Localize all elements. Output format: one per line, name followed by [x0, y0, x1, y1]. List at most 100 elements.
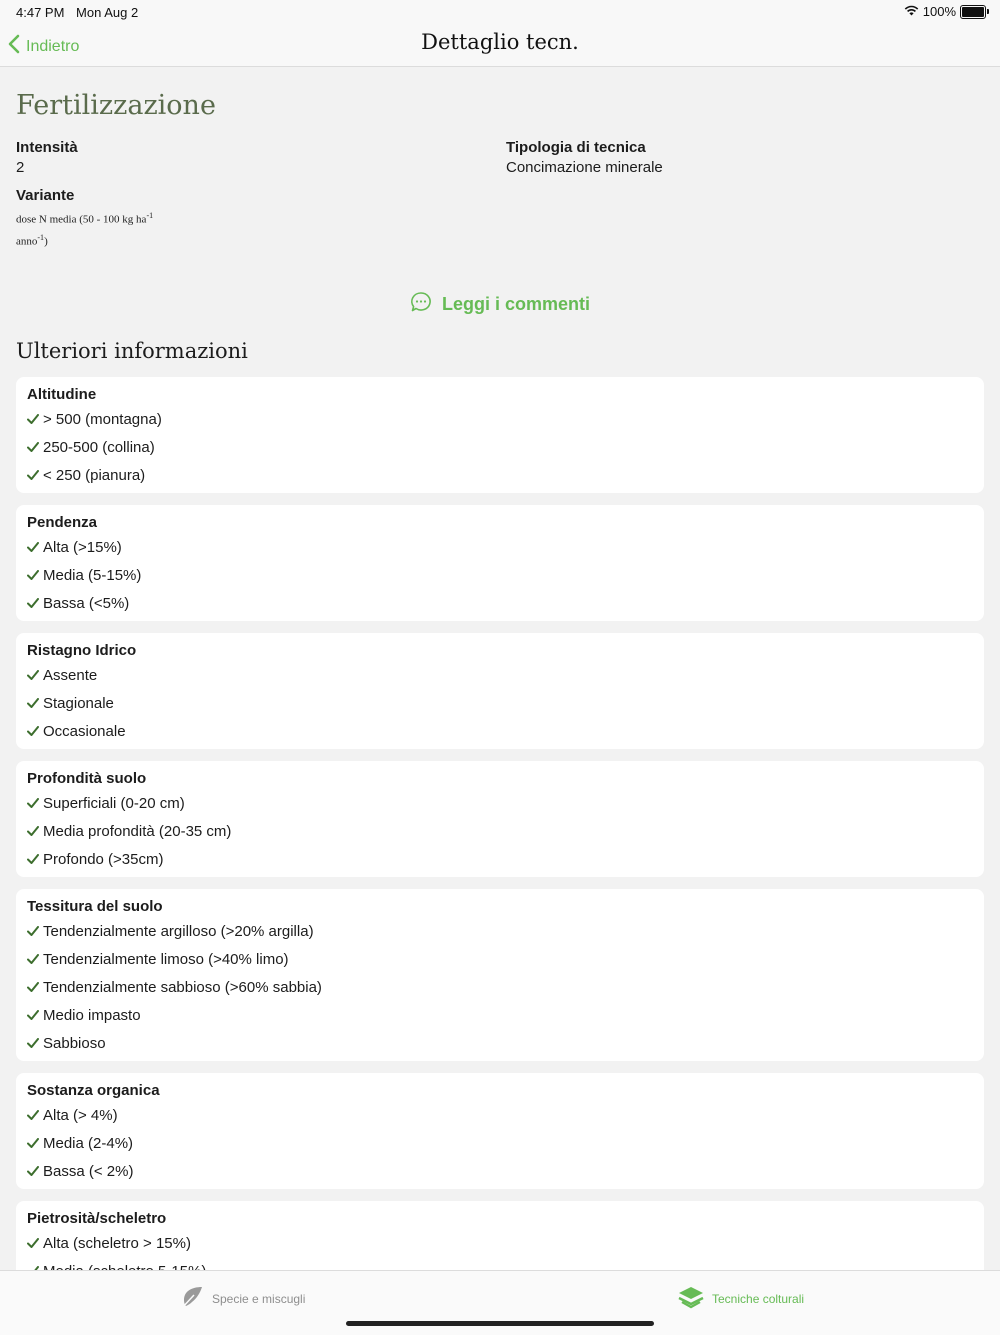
list-item: Media (2-4%) — [27, 1129, 973, 1157]
card-title: Pietrosità/scheletro — [27, 1210, 167, 1227]
list-item-label: Bassa (<5%) — [43, 594, 130, 612]
check-icon — [27, 439, 40, 455]
list-item-label: > 500 (montagna) — [43, 410, 162, 428]
list-item: Bassa (<5%) — [27, 589, 973, 617]
list-item: Stagionale — [27, 689, 973, 717]
home-indicator — [346, 1321, 654, 1326]
card-title: Ristagno Idrico — [27, 642, 137, 659]
list-item: Media profondità (20-35 cm) — [27, 817, 973, 845]
technique-title: Fertilizzazione — [16, 90, 216, 121]
status-left: 4:47 PM Mon Aug 2 — [16, 5, 146, 20]
list-item-label: Profondo (>35cm) — [43, 850, 164, 868]
list-item: Media (scheletro 5-15%) — [27, 1257, 973, 1270]
check-icon — [27, 951, 40, 967]
list-item: Medio impasto — [27, 1001, 973, 1029]
info-card: Pendenza Alta (>15%) Media (5-15%) Bassa (<… — [16, 505, 984, 621]
list-item-label: Sabbioso — [43, 1034, 106, 1052]
read-comments-button[interactable]: Leggi i commenti — [410, 291, 590, 318]
list-item-label: 250-500 (collina) — [43, 438, 155, 456]
technique-type-label: Tipologia di tecnica — [506, 139, 646, 156]
wifi-icon — [904, 4, 919, 19]
list-item: Alta (> 4%) — [27, 1101, 973, 1129]
card-title: Profondità suolo — [27, 770, 147, 787]
list-item: Profondo (>35cm) — [27, 845, 973, 873]
status-date: Mon Aug 2 — [76, 5, 139, 20]
list-item-label: Media (2-4%) — [43, 1134, 134, 1152]
card-title: Tessitura del suolo — [27, 898, 163, 915]
status-right: 100% — [904, 4, 989, 19]
list-item: Bassa (< 2%) — [27, 1157, 973, 1185]
list-item-label: Occasionale — [43, 722, 126, 740]
list-item: Tendenzialmente limoso (>40% limo) — [27, 945, 973, 973]
info-cards: Altitudine > 500 (montagna) 250-500 (colli… — [16, 377, 984, 1270]
check-icon — [27, 411, 40, 427]
list-item-label: Media (scheletro 5-15%) — [43, 1263, 206, 1271]
check-icon — [27, 1135, 40, 1151]
battery-icon — [960, 4, 989, 19]
list-item-label: Alta (>15%) — [43, 538, 122, 556]
list-item: Alta (scheletro > 15%) — [27, 1229, 973, 1257]
check-icon — [27, 1163, 40, 1179]
card-title: Altitudine — [27, 386, 97, 403]
list-item: Media (5-15%) — [27, 561, 973, 589]
check-icon — [27, 1235, 40, 1251]
info-card: Sostanza organica Alta (> 4%) Media (2-4%)… — [16, 1073, 984, 1189]
list-item: Superficiali (0-20 cm) — [27, 789, 973, 817]
intensity-value: 2 — [16, 159, 25, 176]
list-item-label: Bassa (< 2%) — [43, 1162, 134, 1180]
check-icon — [27, 851, 40, 867]
check-icon — [27, 1007, 40, 1023]
page-title: Dettaglio tecn. — [421, 30, 579, 54]
check-icon — [27, 539, 40, 555]
list-item: Assente — [27, 661, 973, 689]
content-scroll[interactable]: Fertilizzazione Intensità 2 Tipologia di… — [0, 67, 1000, 1270]
list-item-label: Tendenzialmente sabbioso (>60% sabbia) — [43, 978, 322, 996]
card-title: Pendenza — [27, 514, 98, 531]
tab-techniques[interactable]: Tecniche colturali — [678, 1285, 804, 1312]
tab-techniques-label: Tecniche colturali — [712, 1291, 805, 1306]
status-bar: 4:47 PM Mon Aug 2 100% — [0, 0, 1000, 24]
check-icon — [27, 723, 40, 739]
list-item-label: Alta (> 4%) — [43, 1106, 118, 1124]
leaf-icon — [180, 1285, 204, 1312]
list-item-label: Tendenzialmente argilloso (>20% argilla) — [43, 922, 314, 940]
check-icon — [27, 467, 40, 483]
list-item-label: Medio impasto — [43, 1006, 141, 1024]
read-comments-label: Leggi i commenti — [442, 294, 591, 314]
list-item-label: Superficiali (0-20 cm) — [43, 794, 185, 812]
card-title: Sostanza organica — [27, 1082, 160, 1099]
tab-species-label: Specie e miscugli — [212, 1291, 306, 1306]
info-card: Tessitura del suolo Tendenzialmente argil… — [16, 889, 984, 1061]
list-item: < 250 (pianura) — [27, 461, 973, 489]
list-item: 250-500 (collina) — [27, 433, 973, 461]
list-item: Sabbioso — [27, 1029, 973, 1057]
check-icon — [27, 695, 40, 711]
list-item: > 500 (montagna) — [27, 405, 973, 433]
check-icon — [27, 1035, 40, 1051]
check-icon — [27, 1107, 40, 1123]
list-item: Alta (>15%) — [27, 533, 973, 561]
check-icon — [27, 923, 40, 939]
list-item-label: Alta (scheletro > 15%) — [43, 1234, 191, 1252]
tab-bar: Specie e miscugli Tecniche colturali — [0, 1270, 1000, 1335]
list-item-label: Tendenzialmente limoso (>40% limo) — [43, 950, 289, 968]
list-item-label: Stagionale — [43, 694, 114, 712]
section-title: Ulteriori informazioni — [16, 339, 248, 363]
technique-type-value: Concimazione minerale — [506, 159, 663, 176]
list-item: Occasionale — [27, 717, 973, 745]
check-icon — [27, 667, 40, 683]
battery-percent: 100% — [922, 4, 956, 19]
info-card: Ristagno Idrico Assente Stagionale Occasion… — [16, 633, 984, 749]
battery-fill — [962, 6, 984, 17]
check-icon — [27, 795, 40, 811]
check-icon — [27, 823, 40, 839]
check-icon — [27, 1263, 40, 1270]
tab-species[interactable]: Specie e miscugli — [180, 1285, 305, 1312]
info-card: Pietrosità/scheletro Alta (scheletro > 15… — [16, 1201, 984, 1270]
check-icon — [27, 979, 40, 995]
list-item: Tendenzialmente sabbioso (>60% sabbia) — [27, 973, 973, 1001]
check-icon — [27, 595, 40, 611]
chat-bubble-icon — [410, 291, 432, 318]
info-card: Altitudine > 500 (montagna) 250-500 (colli… — [16, 377, 984, 493]
list-item-label: Assente — [43, 666, 98, 684]
